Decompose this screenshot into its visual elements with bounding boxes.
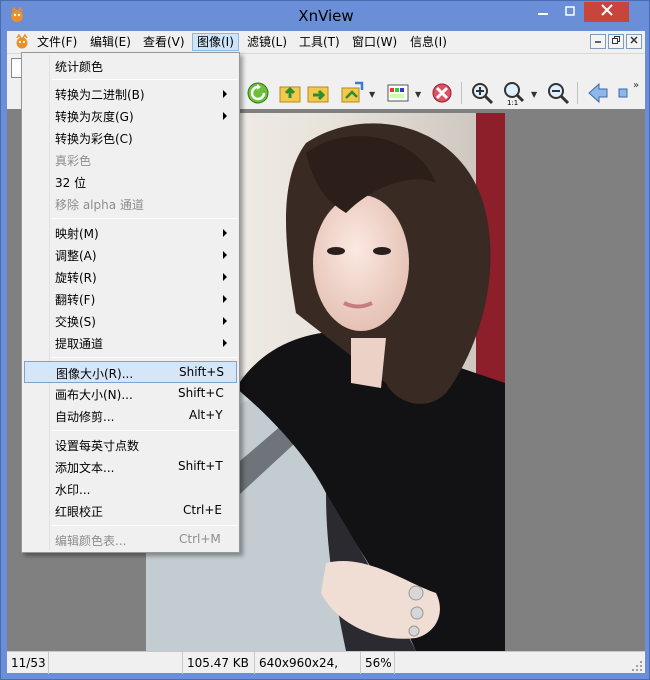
menu-item-red-eye[interactable]: 红眼校正 Ctrl+E <box>24 500 237 522</box>
menu-item-true-color: 真彩色 <box>55 154 92 168</box>
minimize-icon <box>595 41 601 43</box>
maximize-icon <box>564 6 575 16</box>
toolbar-separator <box>461 82 462 104</box>
zoom-in-icon[interactable] <box>469 80 495 106</box>
svg-text:1:1: 1:1 <box>507 99 518 106</box>
maximize-button[interactable] <box>556 2 583 22</box>
mdi-minimize-button[interactable] <box>590 34 606 49</box>
menu-item-32-bit[interactable]: 32 位 <box>24 171 237 193</box>
menu-separator <box>52 357 237 358</box>
menu-item-extract-channel[interactable]: 提取通道 <box>24 332 237 354</box>
chevron-down-icon[interactable]: ▼ <box>369 90 375 99</box>
adjust-image-icon[interactable] <box>339 80 365 106</box>
submenu-arrow-icon <box>223 273 227 281</box>
menu-item-convert-binary[interactable]: 转换为二进制(B) <box>24 83 237 105</box>
menu-item-flip[interactable]: 翻转(F) <box>24 288 237 310</box>
menu-bar: 文件(F) 编辑(E) 查看(V) 图像(I) 滤镜(L) 工具(T) 窗口(W… <box>7 31 645 53</box>
status-bar: 11/53 105.47 KB 640x960x24, 0.67 56% <box>7 651 645 680</box>
close-icon <box>630 36 638 44</box>
status-dimensions: 640x960x24, 0.67 <box>255 652 361 680</box>
menu-item-watermark[interactable]: 水印... <box>24 478 237 500</box>
refresh-icon[interactable] <box>245 80 271 106</box>
zoom-out-icon[interactable] <box>545 80 571 106</box>
menu-filter[interactable]: 滤镜(L) <box>243 33 291 51</box>
menu-tools[interactable]: 工具(T) <box>295 33 344 51</box>
back-arrow-icon[interactable] <box>585 80 611 106</box>
toolbar-separator <box>577 82 578 104</box>
menu-item-set-dpi[interactable]: 设置每英寸点数 <box>24 434 237 456</box>
status-filesize: 105.47 KB <box>183 652 255 674</box>
chevron-down-icon[interactable]: ▼ <box>415 90 421 99</box>
image-menu-dropdown: 统计颜色 转换为二进制(B) 转换为灰度(G) 转换为彩色(C) 真彩色 32 … <box>21 52 240 553</box>
menu-separator <box>52 430 237 431</box>
menu-separator <box>52 525 237 526</box>
submenu-arrow-icon <box>223 317 227 325</box>
menu-item-swap[interactable]: 交换(S) <box>24 310 237 332</box>
status-empty <box>49 652 183 674</box>
mdi-restore-button[interactable] <box>608 34 624 49</box>
menu-item-convert-grayscale[interactable]: 转换为灰度(G) <box>24 105 237 127</box>
document-logo-icon[interactable] <box>14 34 30 50</box>
palette-icon[interactable] <box>385 80 411 106</box>
next-folder-icon[interactable] <box>305 80 331 106</box>
menu-image[interactable]: 图像(I) <box>192 33 239 51</box>
menu-separator <box>52 218 237 219</box>
menu-item-add-text[interactable]: 添加文本... Shift+T <box>24 456 237 478</box>
menu-info[interactable]: 信息(I) <box>406 33 451 51</box>
submenu-arrow-icon <box>223 339 227 347</box>
menu-item-edit-color-table: 编辑颜色表... Ctrl+M <box>55 532 221 548</box>
menu-file[interactable]: 文件(F) <box>33 33 81 51</box>
chevron-down-icon[interactable]: ▼ <box>531 90 537 99</box>
menu-item-convert-color[interactable]: 转换为彩色(C) <box>24 127 237 149</box>
submenu-arrow-icon <box>223 112 227 120</box>
menu-view[interactable]: 查看(V) <box>139 33 189 51</box>
close-button[interactable] <box>584 2 629 22</box>
delete-icon[interactable] <box>429 80 455 106</box>
menu-item-rotate[interactable]: 旋转(R) <box>24 266 237 288</box>
submenu-arrow-icon <box>223 90 227 98</box>
menu-item-auto-crop[interactable]: 自动修剪... Alt+Y <box>24 405 237 427</box>
prev-folder-icon[interactable] <box>277 80 303 106</box>
menu-window[interactable]: 窗口(W) <box>348 33 401 51</box>
menu-edit[interactable]: 编辑(E) <box>86 33 135 51</box>
menu-item-canvas-size[interactable]: 画布大小(N)... Shift+C <box>24 383 237 405</box>
submenu-arrow-icon <box>223 295 227 303</box>
menu-item-remove-alpha: 移除 alpha 通道 <box>55 198 144 212</box>
menu-separator <box>52 79 237 80</box>
zoom-one-to-one-icon[interactable]: 1:1 <box>501 80 527 106</box>
title-bar: XnView <box>1 1 650 31</box>
close-icon <box>600 4 613 16</box>
restore-icon <box>612 36 620 44</box>
forward-arrow-icon[interactable] <box>617 80 631 106</box>
minimize-icon <box>537 13 548 15</box>
menu-item-adjust[interactable]: 调整(A) <box>24 244 237 266</box>
mdi-close-button[interactable] <box>626 34 642 49</box>
menu-item-count-colors[interactable]: 统计颜色 <box>24 55 237 77</box>
toolbar-overflow-icon[interactable]: » <box>633 80 639 91</box>
app-window: XnView 文件(F) 编辑(E) 查看(V) 图像(I) 滤镜(L) 工具(… <box>0 0 650 680</box>
resize-grip-icon[interactable] <box>631 660 643 672</box>
minimize-button[interactable] <box>529 2 556 22</box>
submenu-arrow-icon <box>223 251 227 259</box>
status-position: 11/53 <box>7 652 49 674</box>
status-zoom: 56% <box>361 652 395 674</box>
submenu-arrow-icon <box>223 229 227 237</box>
menu-item-map[interactable]: 映射(M) <box>24 222 237 244</box>
menu-item-image-size[interactable]: 图像大小(R)... Shift+S <box>24 361 237 383</box>
